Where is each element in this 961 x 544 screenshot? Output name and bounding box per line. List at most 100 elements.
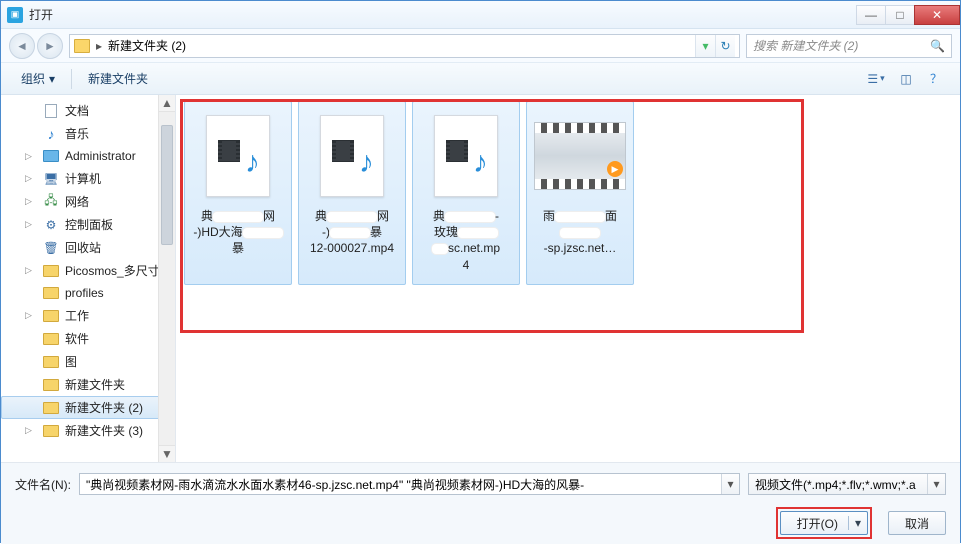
toolbar-separator: [71, 69, 72, 89]
app-icon: ▣: [7, 7, 23, 23]
nav-forward-button[interactable]: ►: [37, 33, 63, 59]
nav-back-button[interactable]: ◄: [9, 33, 35, 59]
organize-label: 组织: [21, 70, 45, 87]
tree-item-label: profiles: [65, 286, 104, 300]
tree-item[interactable]: ▷ Picosmos_多尺寸: [1, 259, 175, 282]
scroll-thumb[interactable]: [161, 125, 173, 245]
tree-item-label: Picosmos_多尺寸: [65, 262, 160, 279]
open-split-dropdown[interactable]: ▾: [848, 516, 861, 530]
expander-icon[interactable]: ▷: [25, 173, 32, 184]
preview-pane-button[interactable]: ◫: [892, 67, 920, 91]
maximize-button[interactable]: □: [885, 5, 915, 25]
tree-item[interactable]: 新建文件夹 (2): [1, 396, 175, 419]
expander-icon[interactable]: ▷: [25, 151, 32, 162]
tree-scrollbar[interactable]: ▲ ▼: [158, 95, 175, 462]
tree-item-label: 图: [65, 353, 77, 370]
nav-arrows: ◄ ►: [9, 33, 63, 59]
main-area: 文档♪音乐▷Administrator▷🖥计算机▷🖧网络▷⚙控制面板🗑回收站▷P…: [1, 95, 960, 462]
file-name: 典网-)HD大海暴: [189, 208, 287, 280]
open-button[interactable]: 打开(O) ▾: [780, 511, 868, 535]
tree-item[interactable]: 🗑回收站: [1, 236, 175, 259]
address-bar[interactable]: ▸ 新建文件夹 (2) ▾ ↻: [69, 34, 740, 58]
window-controls: — □ ✕: [857, 5, 960, 25]
media-file-icon: ♪: [206, 115, 270, 197]
scroll-down-button[interactable]: ▼: [159, 445, 175, 462]
new-folder-button[interactable]: 新建文件夹: [78, 66, 158, 91]
tree-item-label: 音乐: [65, 125, 89, 142]
cancel-label: 取消: [905, 515, 929, 532]
video-thumbnail: ▶: [534, 122, 626, 190]
tree-item-label: 计算机: [65, 170, 101, 187]
tree-item[interactable]: ♪音乐: [1, 122, 175, 145]
expander-icon[interactable]: ▷: [25, 425, 32, 436]
play-icon: ▶: [607, 161, 623, 177]
media-file-icon: ♪: [434, 115, 498, 197]
breadcrumb-segment[interactable]: 新建文件夹 (2): [108, 37, 186, 54]
tree-item-label: 新建文件夹 (2): [65, 399, 143, 416]
file-name: 典网-)暴12-000027.mp4: [303, 208, 401, 280]
expander-icon[interactable]: ▷: [25, 219, 32, 230]
folder-icon: [74, 39, 90, 53]
media-file-icon: ♪: [320, 115, 384, 197]
tree-item[interactable]: ▷ 新建文件夹 (3): [1, 419, 175, 442]
organize-menu[interactable]: 组织 ▾: [11, 66, 65, 91]
tree-item-label: 回收站: [65, 239, 101, 256]
file-item[interactable]: ▶ 雨面-sp.jzsc.net…: [526, 101, 634, 285]
search-input[interactable]: 搜索 新建文件夹 (2) 🔍: [746, 34, 952, 58]
search-placeholder: 搜索 新建文件夹 (2): [753, 37, 858, 54]
bottom-panel: 文件名(N): "典尚视频素材网-雨水滴流水水面水素材46-sp.jzsc.ne…: [1, 462, 960, 544]
tree-item[interactable]: ▷ Administrator: [1, 145, 175, 167]
cancel-button[interactable]: 取消: [888, 511, 946, 535]
view-mode-button[interactable]: ☰ ▾: [862, 67, 890, 91]
minimize-button[interactable]: —: [856, 5, 886, 25]
filter-value: 视频文件(*.mp4;*.flv;*.wmv;*.a: [755, 476, 916, 493]
expander-icon[interactable]: ▷: [25, 196, 32, 207]
tree-item-label: 工作: [65, 307, 89, 324]
file-item[interactable]: ♪ 典-玫瑰sc.net.mp4: [412, 101, 520, 285]
file-name: 典-玫瑰sc.net.mp4: [417, 208, 515, 280]
tree-item[interactable]: 文档: [1, 99, 175, 122]
new-folder-label: 新建文件夹: [88, 70, 148, 87]
file-item[interactable]: ♪ 典网-)暴12-000027.mp4: [298, 101, 406, 285]
tree-item-label: 文档: [65, 102, 89, 119]
tree-item[interactable]: 新建文件夹: [1, 373, 175, 396]
search-icon: 🔍: [930, 39, 945, 53]
filename-dropdown-button[interactable]: ▾: [721, 474, 739, 494]
open-label: 打开(O): [797, 515, 838, 532]
tree-item[interactable]: ▷ 工作: [1, 304, 175, 327]
file-name: 雨面-sp.jzsc.net…: [531, 208, 629, 280]
tree-item-label: 控制面板: [65, 216, 113, 233]
tree-item-label: 软件: [65, 330, 89, 347]
expander-icon[interactable]: ▷: [25, 310, 32, 321]
tree-item[interactable]: 软件: [1, 327, 175, 350]
window-title: 打开: [29, 6, 857, 23]
scroll-up-button[interactable]: ▲: [159, 95, 175, 112]
tree-item[interactable]: ▷🖧网络: [1, 190, 175, 213]
refresh-button[interactable]: ↻: [715, 35, 735, 57]
breadcrumb-sep-icon: ▸: [96, 39, 102, 53]
toolbar: 组织 ▾ 新建文件夹 ☰ ▾ ◫ ？: [1, 63, 960, 95]
file-item[interactable]: ♪ 典网-)HD大海暴: [184, 101, 292, 285]
titlebar: ▣ 打开 — □ ✕: [1, 1, 960, 29]
file-list[interactable]: ♪ 典网-)HD大海暴 ♪ 典网-)暴12-000027.mp4 ♪ 典-玫瑰sc.net…: [176, 95, 960, 462]
filename-input[interactable]: "典尚视频素材网-雨水滴流水水面水素材46-sp.jzsc.net.mp4" "…: [79, 473, 740, 495]
filter-dropdown-button[interactable]: ▾: [927, 474, 945, 494]
tree-item-label: 网络: [65, 193, 89, 210]
tree-item[interactable]: 图: [1, 350, 175, 373]
tree-item-label: Administrator: [65, 149, 136, 163]
close-button[interactable]: ✕: [914, 5, 960, 25]
tree-item[interactable]: ▷⚙控制面板: [1, 213, 175, 236]
help-button[interactable]: ？: [922, 67, 950, 91]
expander-icon[interactable]: ▷: [25, 265, 32, 276]
tree-item[interactable]: ▷🖥计算机: [1, 167, 175, 190]
chevron-down-icon: ▾: [49, 72, 55, 86]
open-button-highlight: 打开(O) ▾: [776, 507, 872, 539]
file-type-filter[interactable]: 视频文件(*.mp4;*.flv;*.wmv;*.a ▾: [748, 473, 946, 495]
folder-tree[interactable]: 文档 ♪音乐 ▷ Administrator ▷🖥计算机▷🖧网络▷⚙控制面板🗑回收站 ▷ P…: [1, 95, 176, 462]
filename-value: "典尚视频素材网-雨水滴流水水面水素材46-sp.jzsc.net.mp4" "…: [86, 476, 584, 493]
tree-item[interactable]: profiles: [1, 282, 175, 304]
address-dropdown-button[interactable]: ▾: [695, 35, 715, 57]
filename-label: 文件名(N):: [15, 476, 71, 493]
tree-item-label: 新建文件夹: [65, 376, 125, 393]
tree-item-label: 新建文件夹 (3): [65, 422, 143, 439]
